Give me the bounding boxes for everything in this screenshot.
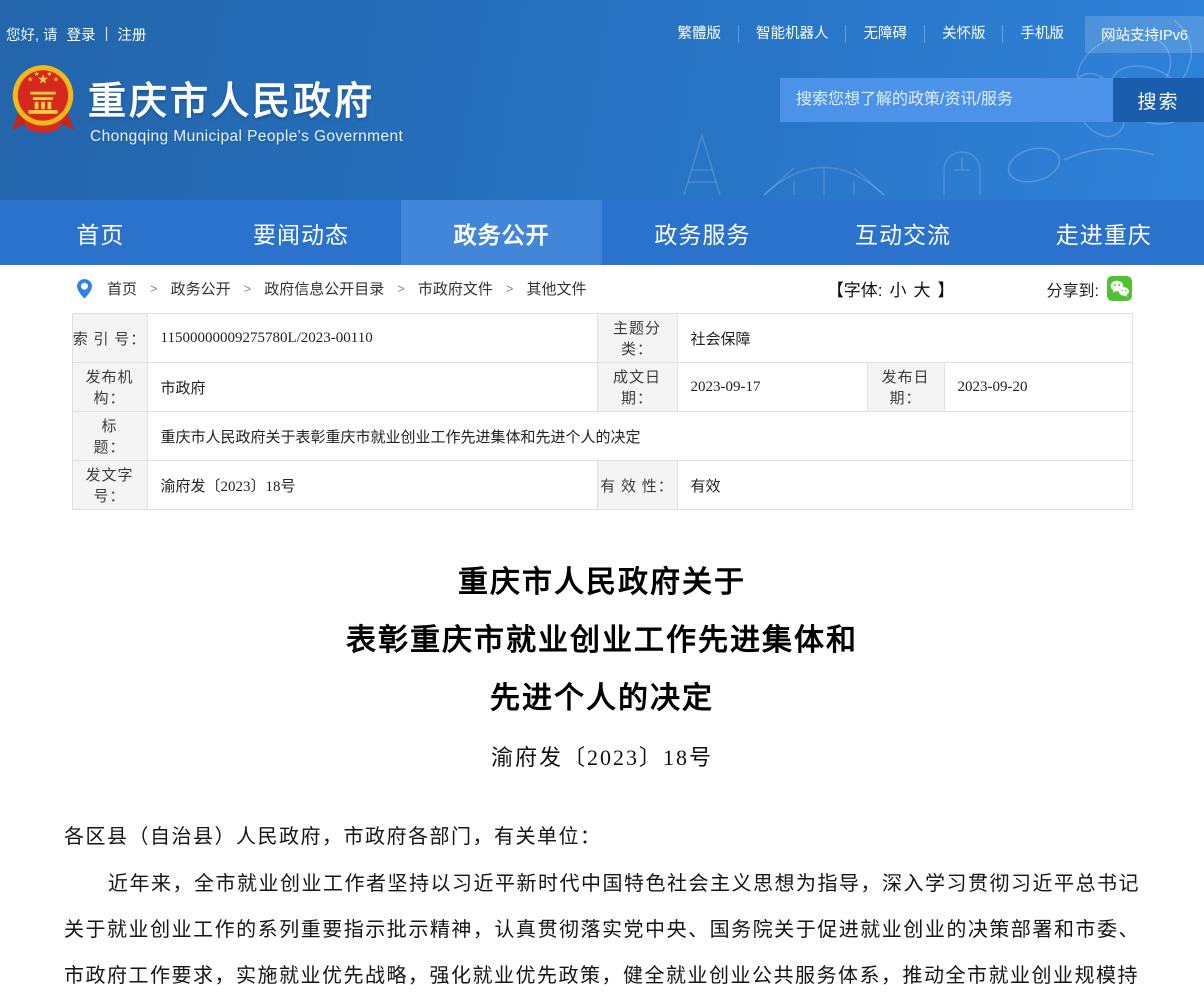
publish-date-value: 2023-09-20: [944, 363, 1132, 412]
page-tools: 【字体: 小 大 】 分享到:: [827, 276, 1132, 301]
wechat-share-icon[interactable]: [1107, 276, 1132, 301]
search-button[interactable]: 搜索: [1113, 78, 1204, 122]
doc-title-label: 标 题：: [72, 412, 147, 461]
index-number-label: 索 引 号：: [72, 314, 147, 363]
topbar: 您好, 请 登录 | 注册 繁體版 智能机器人 无障碍 关怀版 手机版 网站支持…: [0, 0, 1204, 54]
breadcrumb-city-gov-documents[interactable]: 市政府文件: [418, 278, 493, 299]
login-register-divider: |: [105, 26, 109, 42]
login-link[interactable]: 登录: [67, 24, 96, 45]
greeting-text: 您好, 请: [6, 24, 58, 45]
document-title-line3: 先进个人的决定: [64, 670, 1140, 728]
svg-text:★: ★: [34, 71, 40, 78]
document-reference-number: 渝府发〔2023〕18号: [64, 740, 1140, 772]
issuing-agency-label: 发布机构：: [72, 363, 147, 412]
svg-text:★: ★: [53, 77, 59, 84]
svg-text:★: ★: [27, 77, 33, 84]
breadcrumb-other-documents[interactable]: 其他文件: [526, 278, 586, 299]
breadcrumb-info-directory[interactable]: 政府信息公开目录: [264, 278, 384, 299]
traditional-chinese-link[interactable]: 繁體版: [660, 25, 738, 43]
index-number-value: 11500000009275780L/2023-00110: [147, 314, 597, 363]
care-version-link[interactable]: 关怀版: [924, 25, 1003, 43]
site-header: ★ ★ ★ ★ ★ 重庆市人民政府 Chongqing Municipal Pe…: [0, 54, 1204, 200]
font-size-small-button[interactable]: 小: [890, 276, 907, 301]
share-label: 分享到:: [1047, 277, 1099, 301]
top-region: 您好, 请 登录 | 注册 繁體版 智能机器人 无障碍 关怀版 手机版 网站支持…: [0, 0, 1204, 200]
document-title: 重庆市人民政府关于 表彰重庆市就业创业工作先进集体和 先进个人的决定: [64, 554, 1140, 728]
breadcrumb-separator: >: [244, 281, 252, 296]
breadcrumb-separator: >: [150, 281, 158, 296]
table-row: 发布机构： 市政府 成文日期： 2023-09-17 发布日期： 2023-09…: [72, 363, 1132, 412]
breadcrumb-separator: >: [397, 281, 405, 296]
written-date-label: 成文日期：: [597, 363, 677, 412]
breadcrumb-home[interactable]: 首页: [107, 278, 137, 299]
nav-item-interaction[interactable]: 互动交流: [803, 200, 1004, 265]
validity-value: 有效: [677, 461, 1132, 510]
table-row: 索 引 号： 11500000009275780L/2023-00110 主题分…: [72, 314, 1132, 363]
topbar-utility-menu: 繁體版 智能机器人 无障碍 关怀版 手机版 网站支持IPv6: [660, 16, 1204, 53]
font-size-widget: 【字体: 小 大 】: [827, 276, 955, 301]
share-widget: 分享到:: [1047, 276, 1132, 301]
font-size-label-suffix: 】: [938, 276, 955, 301]
doc-title-value: 重庆市人民政府关于表彰重庆市就业创业工作先进集体和先进个人的决定: [147, 412, 1132, 461]
search-bar: 搜索: [780, 78, 1204, 122]
national-emblem-logo: ★ ★ ★ ★ ★: [10, 62, 76, 138]
main-nav: 首页 要闻动态 政务公开 政务服务 互动交流 走进重庆: [0, 200, 1204, 265]
register-link[interactable]: 注册: [117, 24, 146, 45]
page: 您好, 请 登录 | 注册 繁體版 智能机器人 无障碍 关怀版 手机版 网站支持…: [0, 0, 1204, 1005]
topic-category-label: 主题分类：: [597, 314, 677, 363]
document-paragraph: 近年来，全市就业创业工作者坚持以习近平新时代中国特色社会主义思想为指导，深入学习…: [64, 861, 1140, 999]
document-metadata-table: 索 引 号： 11500000009275780L/2023-00110 主题分…: [72, 313, 1133, 510]
nav-item-news[interactable]: 要闻动态: [201, 200, 402, 265]
topbar-user-area: 您好, 请 登录 | 注册: [6, 24, 146, 45]
nav-item-gov-services[interactable]: 政务服务: [602, 200, 803, 265]
issuing-agency-value: 市政府: [147, 363, 597, 412]
topic-category-value: 社会保障: [677, 314, 1132, 363]
smart-robot-link[interactable]: 智能机器人: [738, 25, 846, 43]
breadcrumb-gov-disclosure[interactable]: 政务公开: [171, 278, 231, 299]
mobile-version-link[interactable]: 手机版: [1002, 25, 1081, 43]
location-pin-icon: [76, 278, 93, 300]
document-content: 重庆市人民政府关于 表彰重庆市就业创业工作先进集体和 先进个人的决定 渝府发〔2…: [64, 554, 1140, 999]
breadcrumb-row: 首页 > 政务公开 > 政府信息公开目录 > 市政府文件 > 其他文件 【字体:…: [0, 265, 1204, 312]
svg-text:★: ★: [47, 71, 53, 78]
breadcrumb: 首页 > 政务公开 > 政府信息公开目录 > 市政府文件 > 其他文件: [107, 278, 586, 299]
doc-number-value: 渝府发〔2023〕18号: [147, 461, 597, 510]
table-row: 发文字号： 渝府发〔2023〕18号 有 效 性： 有效: [72, 461, 1132, 510]
publish-date-label: 发布日期：: [867, 363, 944, 412]
written-date-value: 2023-09-17: [677, 363, 867, 412]
font-size-large-button[interactable]: 大: [914, 276, 931, 301]
breadcrumb-separator: >: [506, 281, 514, 296]
site-title-english: Chongqing Municipal People's Government: [90, 128, 403, 146]
search-input[interactable]: [780, 78, 1113, 122]
doc-number-label: 发文字号：: [72, 461, 147, 510]
validity-label: 有 效 性：: [597, 461, 677, 510]
nav-item-about-chongqing[interactable]: 走进重庆: [1003, 200, 1204, 265]
document-title-line1: 重庆市人民政府关于: [64, 554, 1140, 612]
site-title: 重庆市人民政府: [88, 70, 375, 125]
table-row: 标 题： 重庆市人民政府关于表彰重庆市就业创业工作先进集体和先进个人的决定: [72, 412, 1132, 461]
nav-item-home[interactable]: 首页: [0, 200, 201, 265]
nav-item-gov-disclosure[interactable]: 政务公开: [401, 200, 602, 265]
accessibility-link[interactable]: 无障碍: [845, 25, 924, 43]
font-size-label: 【字体:: [827, 276, 883, 301]
document-title-line2: 表彰重庆市就业创业工作先进集体和: [64, 612, 1140, 670]
ipv6-support-badge[interactable]: 网站支持IPv6: [1085, 16, 1204, 53]
document-salutation: 各区县（自治县）人民政府，市政府各部门，有关单位：: [64, 820, 1140, 849]
